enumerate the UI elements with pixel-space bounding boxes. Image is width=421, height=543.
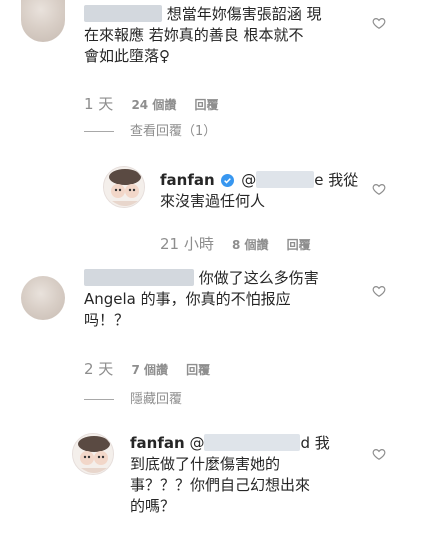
- comment-text: 想當年妳傷害張韶涵 現 在來報應 若妳真的善良 根本就不 會如此墮落♀: [84, 4, 374, 67]
- mention-prefix[interactable]: @: [241, 171, 256, 189]
- reply-2: fanfan @ d 我 到底做了什麼傷害她的 事？？？你們自己幻想出來 的嗎？: [0, 425, 421, 543]
- reply-text: fanfan @ d 我 到底做了什麼傷害她的 事？？？你們自己幻想出來 的嗎？: [130, 433, 360, 517]
- comment-1: 想當年妳傷害張韶涵 現 在來報應 若妳真的善良 根本就不 會如此墮落♀ 1 天 …: [0, 0, 421, 139]
- toggle-divider: [84, 399, 114, 400]
- reply-button[interactable]: 回覆: [186, 363, 210, 377]
- comment-line-2: Angela 的事，你真的不怕报应: [84, 290, 291, 308]
- heart-icon[interactable]: [372, 284, 386, 298]
- reply-time: 21 小時: [160, 235, 214, 253]
- reply-line-3: 事？？？你們自己幻想出來: [130, 476, 311, 494]
- redacted-username: [84, 269, 194, 286]
- heart-icon[interactable]: [372, 447, 386, 461]
- verified-badge-icon: [221, 174, 235, 187]
- comment-line-3: 吗！？: [84, 311, 130, 329]
- redacted-username: [84, 5, 162, 22]
- comment-meta: 1 天 24 個讚 回覆: [84, 93, 233, 114]
- like-count[interactable]: 7 個讚: [131, 363, 168, 377]
- comment-line-3: 會如此墮落♀: [84, 47, 170, 65]
- like-count[interactable]: 24 個讚: [131, 98, 176, 112]
- like-count[interactable]: 8 個讚: [232, 238, 269, 252]
- toggle-label: 查看回覆（1）: [130, 124, 217, 139]
- username[interactable]: fanfan: [130, 434, 185, 452]
- reply-1: fanfan @ e 我從 來沒害過任何人 21 小時 8 個讚 回覆: [0, 160, 421, 260]
- reply-line-2: 來沒害過任何人: [160, 192, 266, 210]
- reply-line-4: 的嗎？: [130, 497, 176, 515]
- reply-button[interactable]: 回覆: [287, 238, 311, 252]
- heart-icon[interactable]: [372, 182, 386, 196]
- toggle-divider: [84, 131, 114, 132]
- username[interactable]: fanfan: [160, 171, 215, 189]
- avatar[interactable]: [72, 433, 114, 475]
- reply-line-2: 到底做了什麼傷害她的: [130, 455, 281, 473]
- hide-replies-toggle[interactable]: 隱藏回覆: [84, 388, 182, 407]
- avatar[interactable]: [21, 276, 65, 320]
- reply-meta: 21 小時 8 個讚 回覆: [160, 233, 325, 254]
- comment-time: 1 天: [84, 95, 114, 113]
- comment-line-1: 你做了这么多伤害: [198, 269, 319, 287]
- avatar[interactable]: [103, 166, 145, 208]
- avatar[interactable]: [21, 0, 65, 42]
- reply-line-1: e 我從: [314, 171, 359, 189]
- reply-text: fanfan @ e 我從 來沒害過任何人: [160, 170, 380, 212]
- profile-photo-icon: [104, 167, 144, 207]
- view-replies-toggle[interactable]: 查看回覆（1）: [84, 120, 216, 139]
- comment-text: 你做了这么多伤害 Angela 的事，你真的不怕报应 吗！？: [84, 268, 354, 331]
- redacted-mention: [256, 171, 315, 188]
- profile-photo-icon: [73, 434, 113, 474]
- toggle-label: 隱藏回覆: [130, 392, 183, 407]
- redacted-mention: [204, 434, 301, 451]
- reply-button[interactable]: 回覆: [194, 98, 218, 112]
- comment-time: 2 天: [84, 360, 114, 378]
- comment-meta: 2 天 7 個讚 回覆: [84, 358, 224, 379]
- heart-icon[interactable]: [372, 16, 386, 30]
- comment-line-2: 在來報應 若妳真的善良 根本就不: [84, 26, 304, 44]
- comment-line-1: 想當年妳傷害張韶涵 現: [166, 5, 322, 23]
- comment-2: 你做了这么多伤害 Angela 的事，你真的不怕报应 吗！？ 2 天 7 個讚 …: [0, 262, 421, 412]
- reply-line-1: d 我: [300, 434, 330, 452]
- mention-prefix[interactable]: @: [189, 434, 204, 452]
